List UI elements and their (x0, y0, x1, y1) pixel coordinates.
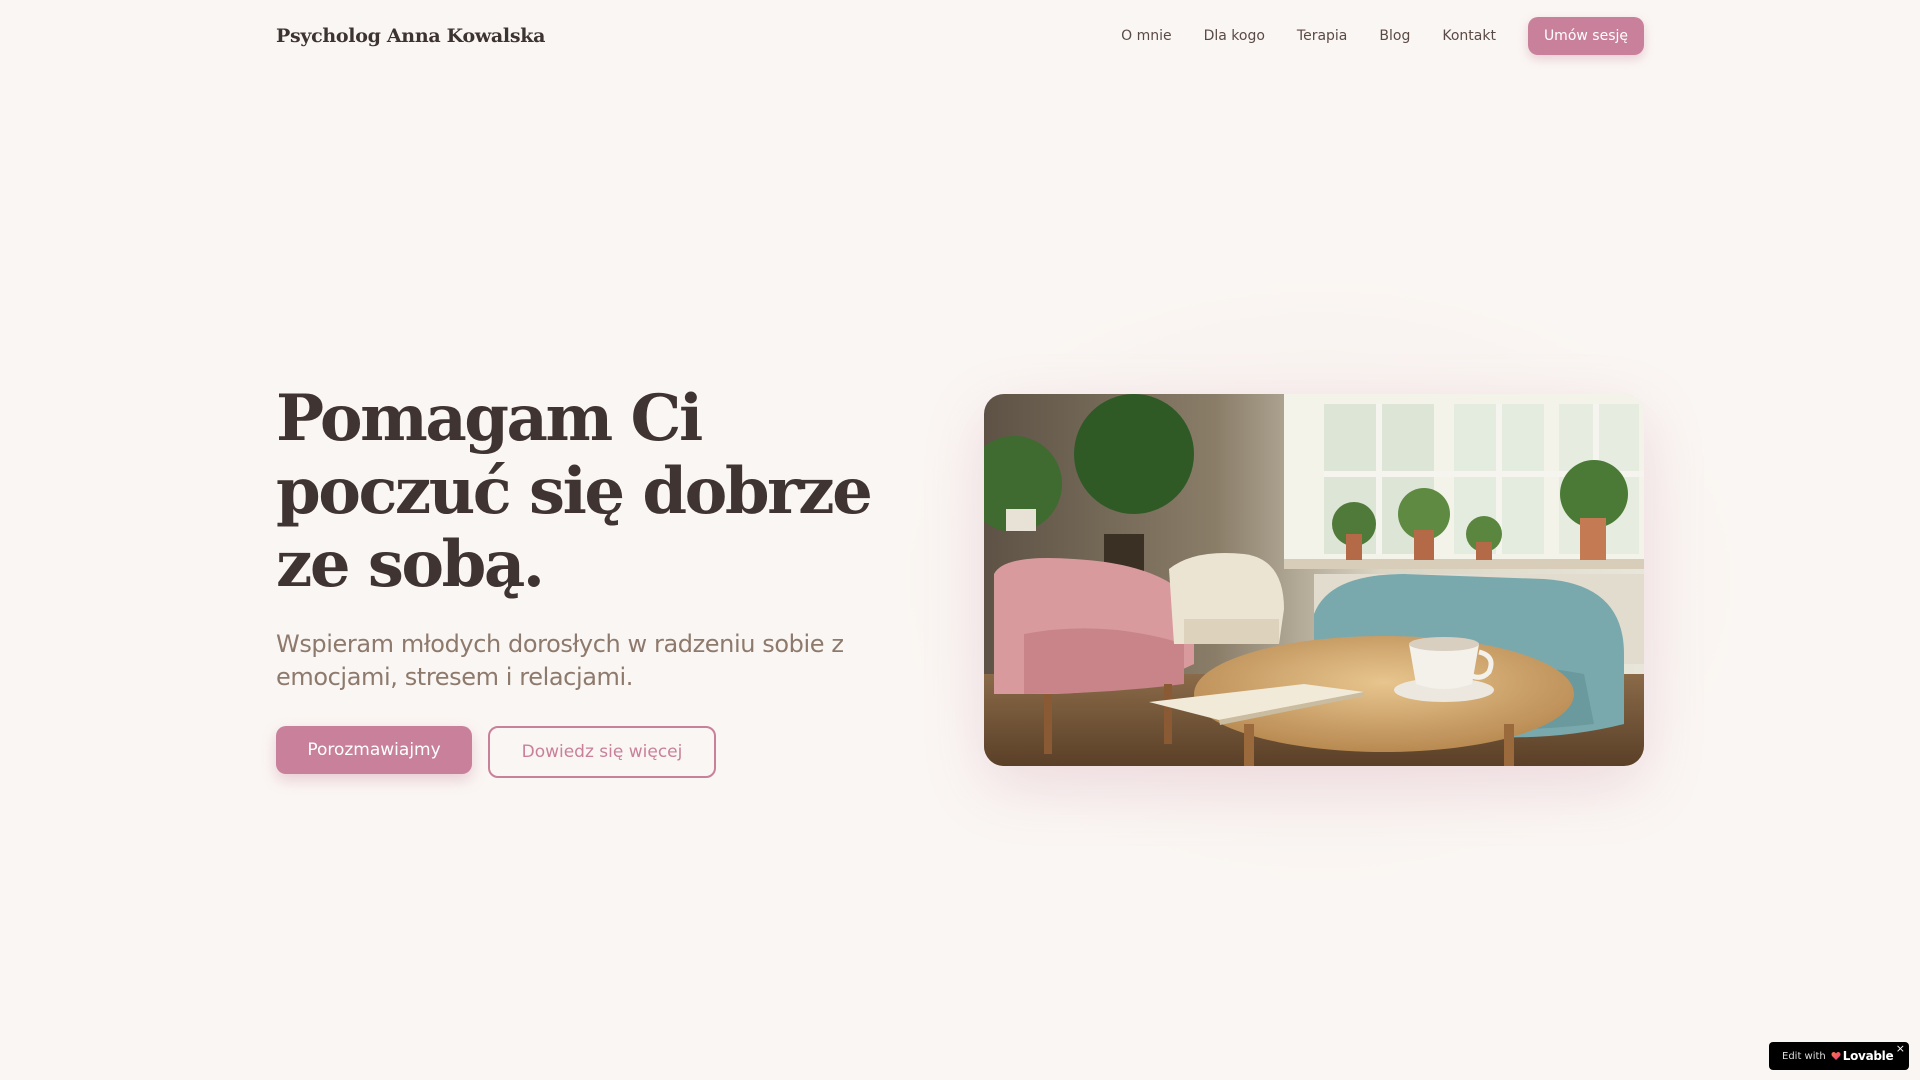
main-nav: O mnie Dla kogo Terapia Blog Kontakt Umó… (1089, 17, 1644, 55)
book-session-button[interactable]: Umów sesję (1527, 17, 1644, 55)
hero-subtitle: Wspieram młodych dorosłych w radzeniu so… (276, 630, 844, 691)
nav-link-blog[interactable]: Blog (1379, 28, 1410, 44)
lovable-heart-icon (1831, 1051, 1841, 1060)
badge-brand-text: Lovable (1842, 1049, 1894, 1063)
site-header: Psycholog Anna Kowalska O mnie Dla kogo … (276, 14, 1644, 58)
edit-with-lovable-badge[interactable]: Edit with Lovable × (1769, 1042, 1909, 1070)
nav-link-kontakt[interactable]: Kontakt (1442, 28, 1496, 44)
learn-more-button[interactable]: Dowiedz się więcej (488, 726, 716, 778)
lets-talk-button[interactable]: Porozmawiajmy (276, 726, 472, 774)
hero-title: Pomagam Ci poczuć się dobrze ze sobą. (276, 382, 916, 601)
brand-logo-text[interactable]: Psycholog Anna Kowalska (276, 25, 545, 47)
nav-link-dla-kogo[interactable]: Dla kogo (1204, 28, 1265, 44)
close-icon[interactable]: × (1896, 1042, 1905, 1055)
hero-title-line-1: Pomagam Ci (276, 381, 703, 456)
nav-link-o-mnie[interactable]: O mnie (1121, 28, 1171, 44)
therapy-room-illustration (984, 394, 1644, 766)
therapy-room-image (984, 394, 1644, 766)
hero-title-line-2: poczuć się dobrze (276, 454, 873, 529)
nav-link-terapia[interactable]: Terapia (1297, 28, 1347, 44)
badge-prefix-text: Edit with (1782, 1050, 1826, 1062)
hero-title-line-3: ze sobą. (276, 527, 545, 602)
